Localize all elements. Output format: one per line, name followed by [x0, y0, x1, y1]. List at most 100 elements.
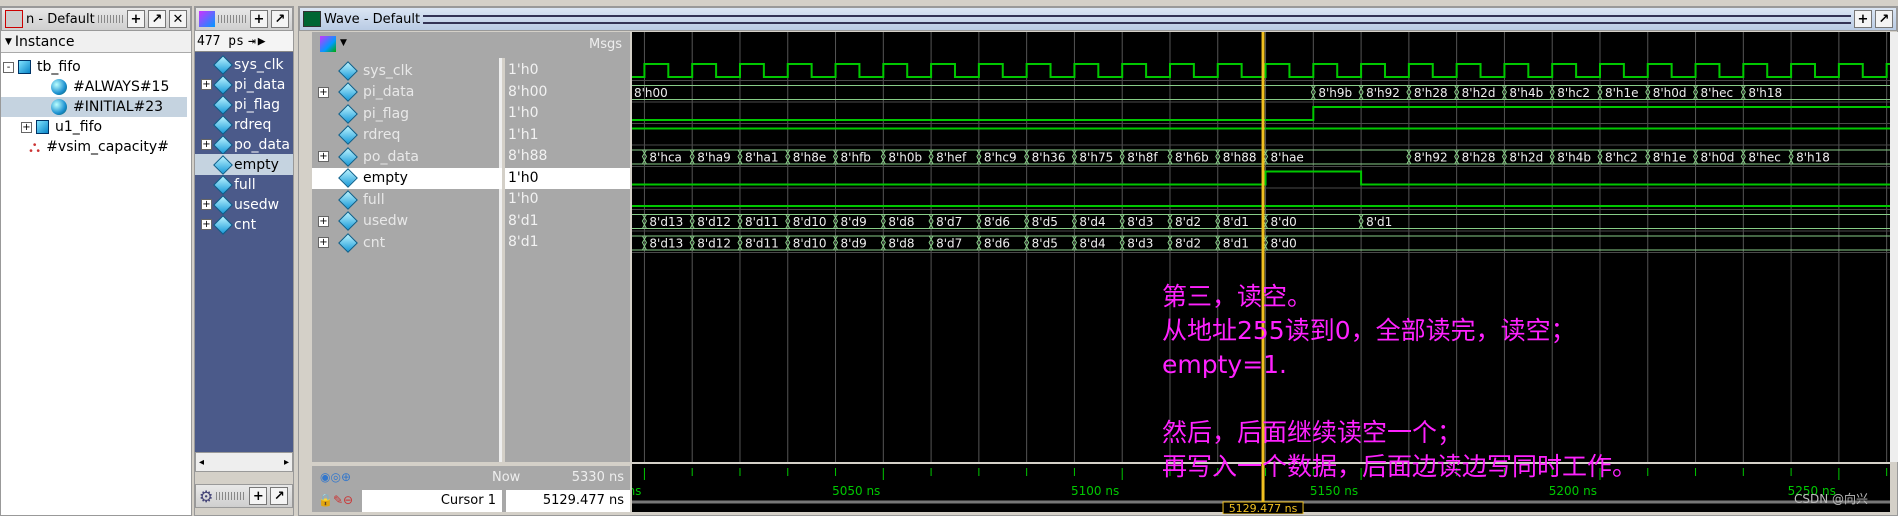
tree-item[interactable]: - tb_fifo — [1, 57, 187, 77]
object-item[interactable]: + po_data — [195, 134, 293, 155]
add-wave-icon[interactable] — [320, 36, 336, 52]
drag-grip[interactable] — [216, 492, 247, 500]
undock-icon[interactable]: ↗ — [270, 487, 289, 505]
time-label: 5000 ns — [632, 484, 641, 498]
signal-value: 1'h0 — [505, 167, 630, 189]
add-icon[interactable]: + — [250, 10, 268, 28]
drag-grip[interactable] — [97, 15, 124, 23]
object-item[interactable]: + usedw — [195, 194, 293, 215]
wave-signal-po_data[interactable]: + po_data — [312, 146, 502, 167]
now-value: 5330 ns — [571, 470, 624, 485]
signal-icon — [338, 125, 358, 145]
vertical-scrollbar[interactable] — [1890, 32, 1898, 462]
cursor-label[interactable]: Cursor 1 — [362, 490, 502, 512]
bus-value: 8'd6 — [984, 237, 1010, 251]
undock-icon[interactable]: ↗ — [1875, 10, 1893, 28]
bus-value: 8'hc2 — [1605, 151, 1638, 165]
expander-icon[interactable]: + — [201, 79, 212, 90]
wave-signal-cnt[interactable]: + cnt — [312, 232, 502, 253]
wave-signal-pi_data[interactable]: + pi_data — [312, 82, 502, 103]
expander-icon[interactable]: + — [201, 199, 212, 210]
time-field[interactable]: 477 ps — [195, 34, 244, 49]
bus-value: 8'h0b — [888, 151, 922, 165]
object-item[interactable]: + cnt — [195, 214, 293, 235]
bus-value: 8'd10 — [793, 215, 827, 229]
tree-item[interactable]: + u1_fifo — [1, 117, 187, 137]
instance-column-header[interactable]: ▼ Instance — [1, 31, 191, 53]
signal-icon — [213, 54, 233, 75]
wave-signal-empty[interactable]: empty — [312, 167, 502, 189]
bus-value: 8'd8 — [888, 215, 914, 229]
undock-icon[interactable]: ↗ — [271, 10, 289, 28]
drag-grip[interactable] — [423, 14, 1851, 24]
signal-icon — [213, 94, 233, 115]
signal-icon — [213, 154, 233, 175]
bus-value: 8'hfb — [841, 151, 871, 165]
tree-item[interactable]: #INITIAL#23 — [1, 97, 187, 117]
object-item[interactable]: + pi_data — [195, 74, 293, 95]
expander-icon[interactable]: + — [21, 121, 32, 133]
wave-signal-full[interactable]: full — [312, 189, 502, 210]
bus-value: 8'd4 — [1079, 215, 1105, 229]
bus-value: 8'hc2 — [1557, 86, 1590, 100]
drag-grip[interactable] — [218, 15, 247, 23]
object-item[interactable]: empty — [195, 154, 293, 175]
bottom-panel-titlebar: ⚙ + ↗ — [195, 484, 293, 508]
signal-icon — [338, 168, 358, 188]
signal-icon — [338, 146, 358, 167]
zoom-icons[interactable]: ◉◎⊕ — [320, 470, 351, 484]
objects-list: sys_clk + pi_data pi_flag rdreq + po_data empty… — [195, 52, 293, 452]
add-icon[interactable]: + — [249, 487, 268, 505]
annotation-line: 然后，后面继续读空一个； — [1162, 418, 1463, 447]
object-item[interactable]: sys_clk — [195, 54, 293, 75]
signal-icon — [213, 74, 233, 95]
signal-value: 8'h00 — [508, 83, 548, 100]
wave-signal-sys_clk[interactable]: sys_clk — [312, 60, 502, 81]
step-icon[interactable]: ⇥ — [248, 34, 256, 49]
bus-value: 8'h36 — [1032, 151, 1066, 165]
signal-value: 1'h0 — [508, 62, 539, 78]
cursor-value[interactable]: 5129.477 ns — [506, 490, 630, 512]
tree-item[interactable]: ⛬ #vsim_capacity# — [1, 137, 187, 157]
bus-value: 8'h75 — [1079, 151, 1113, 165]
close-icon[interactable]: ✕ — [169, 10, 187, 28]
object-item[interactable]: rdreq — [195, 114, 293, 135]
now-row: ◉◎⊕ Now 5330 ns — [312, 466, 630, 490]
wave-signal-rdreq[interactable]: rdreq — [312, 125, 502, 146]
time-label: 5100 ns — [1071, 484, 1119, 498]
bus-value: 8'h18 — [1796, 151, 1830, 165]
arrow-right-icon[interactable]: ▶ — [258, 34, 266, 49]
expander-icon[interactable]: + — [318, 215, 329, 227]
expander-icon[interactable]: + — [318, 86, 329, 98]
tree-item-label: #ALWAYS#15 — [73, 79, 170, 95]
expander-icon[interactable]: + — [318, 237, 329, 248]
horizontal-scrollbar[interactable]: ◂ ▸ — [195, 452, 293, 472]
wave-signal-pi_flag[interactable]: pi_flag — [312, 103, 502, 124]
bus-value: 8'h00 — [634, 86, 668, 100]
signal-icon — [338, 82, 358, 102]
expander-icon[interactable]: - — [3, 61, 14, 73]
objects-panel-titlebar: + ↗ — [195, 7, 293, 31]
dropdown-icon[interactable]: ▼ — [340, 38, 347, 48]
signal-name: sys_clk — [363, 62, 413, 79]
bus-value: 8'd3 — [1127, 215, 1153, 229]
add-icon[interactable]: + — [1854, 10, 1872, 28]
expander-icon[interactable]: + — [201, 139, 212, 150]
bus-value: 8'd7 — [936, 215, 962, 229]
expander-icon[interactable]: + — [318, 151, 329, 162]
object-item[interactable]: full — [195, 174, 293, 195]
bus-value: 8'h8e — [793, 151, 827, 165]
cursor-tools-icons[interactable]: 🔒✎⊖ — [318, 493, 353, 507]
expander-icon[interactable]: + — [201, 219, 212, 230]
add-icon[interactable]: + — [127, 10, 145, 28]
module-icon — [18, 60, 31, 74]
instance-panel: n - Default + ↗ ✕ ▼ Instance - tb_fifo #AL… — [0, 6, 192, 516]
tree-item[interactable]: #ALWAYS#15 — [1, 77, 187, 97]
undock-icon[interactable]: ↗ — [148, 10, 166, 28]
wave-signal-usedw[interactable]: + usedw — [312, 211, 502, 232]
bus-value: 8'h18 — [1748, 86, 1782, 100]
bus-value: 8'd3 — [1127, 237, 1153, 251]
object-label: pi_flag — [234, 96, 281, 113]
wave-icon — [303, 11, 321, 27]
object-item[interactable]: pi_flag — [195, 94, 293, 115]
